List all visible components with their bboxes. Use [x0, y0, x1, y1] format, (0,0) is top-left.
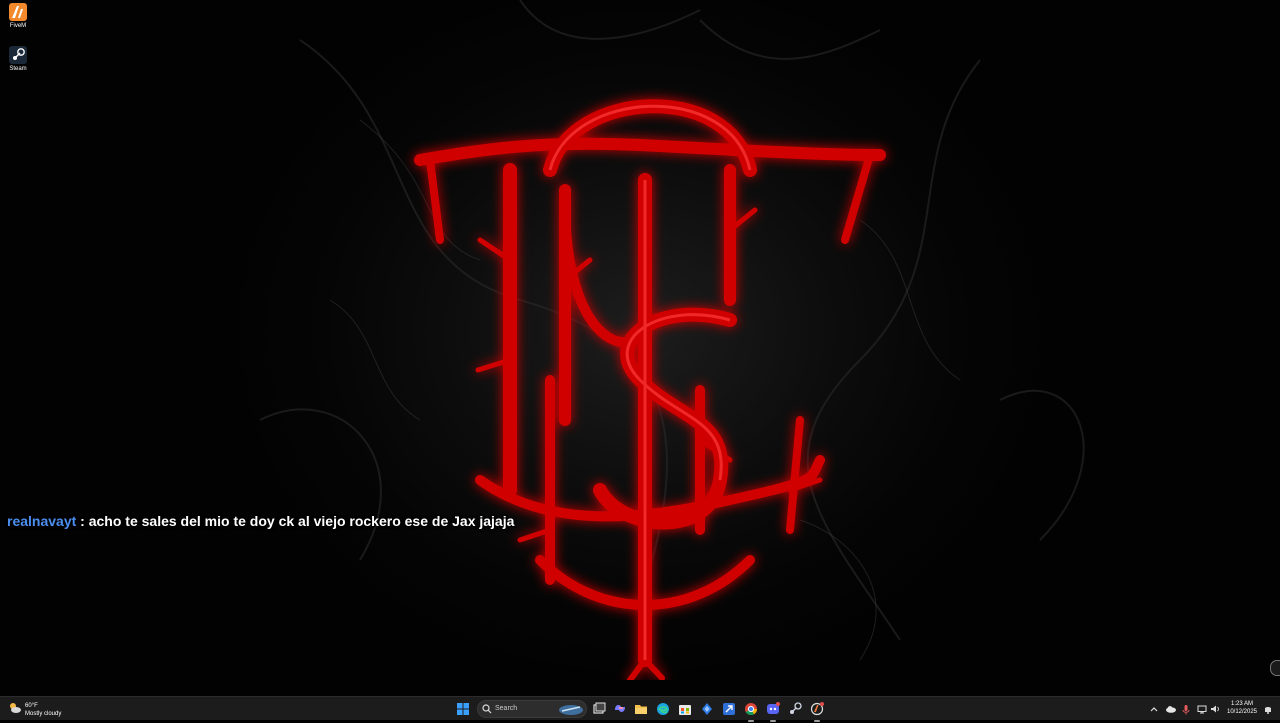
file-explorer-icon [635, 705, 647, 714]
speaker-icon [1211, 705, 1219, 713]
app-icon [702, 703, 712, 715]
search-highlight-icon [559, 705, 583, 715]
edge-button[interactable] [654, 700, 672, 718]
search-placeholder: Search [495, 705, 518, 712]
chrome-button[interactable] [742, 700, 760, 722]
clock-date: 10/12/2025 [1226, 709, 1258, 715]
taskbar-search[interactable]: Search [477, 700, 587, 718]
tray-mic-button[interactable] [1180, 700, 1192, 718]
steam-icon [790, 702, 802, 714]
monitor-icon [1197, 705, 1207, 714]
app-icon-2 [723, 703, 735, 715]
chat-text: acho te sales del mio te doy ck al viejo… [88, 513, 515, 529]
chat-username: realnavayt [7, 513, 77, 529]
discord-icon [767, 702, 780, 714]
taskbar-app-button[interactable] [698, 700, 716, 718]
active-indicator [814, 720, 820, 722]
chevron-up-icon [1150, 707, 1158, 712]
chat-message: realnavayt : acho te sales del mio te do… [7, 513, 514, 529]
taskbar: 60°F Mostly cloudy Search 1:23 AM 10/12/… [0, 696, 1280, 722]
fivem-icon [810, 702, 824, 716]
start-button[interactable] [454, 700, 472, 718]
desktop-icon-label: Steam [9, 66, 27, 72]
tray-volume-button[interactable] [1209, 700, 1221, 718]
steam-icon [9, 46, 27, 64]
weather-temp: 60°F [25, 703, 38, 709]
active-indicator [770, 720, 776, 722]
cloud-icon [1166, 706, 1176, 713]
side-panel-handle[interactable] [1270, 660, 1280, 676]
weather-condition: Mostly cloudy [25, 711, 62, 717]
tray-overflow-button[interactable] [1148, 700, 1160, 718]
discord-button[interactable] [764, 700, 782, 722]
tray-display-button[interactable] [1196, 700, 1208, 718]
task-view-icon [593, 702, 606, 714]
notifications-button[interactable] [1262, 700, 1274, 718]
bell-icon [1265, 707, 1271, 714]
wallpaper-logo [414, 99, 886, 680]
file-explorer-button[interactable] [632, 700, 650, 718]
chrome-icon [745, 703, 757, 716]
store-icon [679, 705, 691, 715]
search-icon [482, 704, 492, 714]
microphone-icon [1182, 705, 1190, 715]
desktop: FiveM Steam realnavayt : acho te sales d… [0, 0, 1280, 696]
store-button[interactable] [676, 700, 694, 718]
fivem-icon [9, 3, 27, 21]
copilot-button[interactable] [611, 700, 629, 718]
weather-cloud-icon [10, 703, 21, 713]
chat-separator: : [76, 513, 89, 529]
taskbar-app-button-2[interactable] [720, 700, 738, 718]
desktop-icon-steam[interactable]: Steam [4, 46, 32, 73]
copilot-icon [615, 705, 625, 712]
tray-onedrive-button[interactable] [1164, 700, 1178, 718]
windows-start-icon [457, 703, 469, 715]
steam-taskbar-button[interactable] [786, 700, 804, 718]
desktop-icon-label: FiveM [9, 23, 27, 29]
clock-time: 1:23 AM [1230, 701, 1253, 707]
fivem-taskbar-button[interactable] [808, 700, 826, 722]
desktop-icon-fivem[interactable]: FiveM [4, 3, 32, 30]
edge-icon [657, 703, 669, 715]
active-indicator [748, 720, 754, 722]
task-view-button[interactable] [590, 700, 608, 718]
taskbar-clock[interactable]: 1:23 AM 10/12/2025 [1222, 700, 1262, 716]
